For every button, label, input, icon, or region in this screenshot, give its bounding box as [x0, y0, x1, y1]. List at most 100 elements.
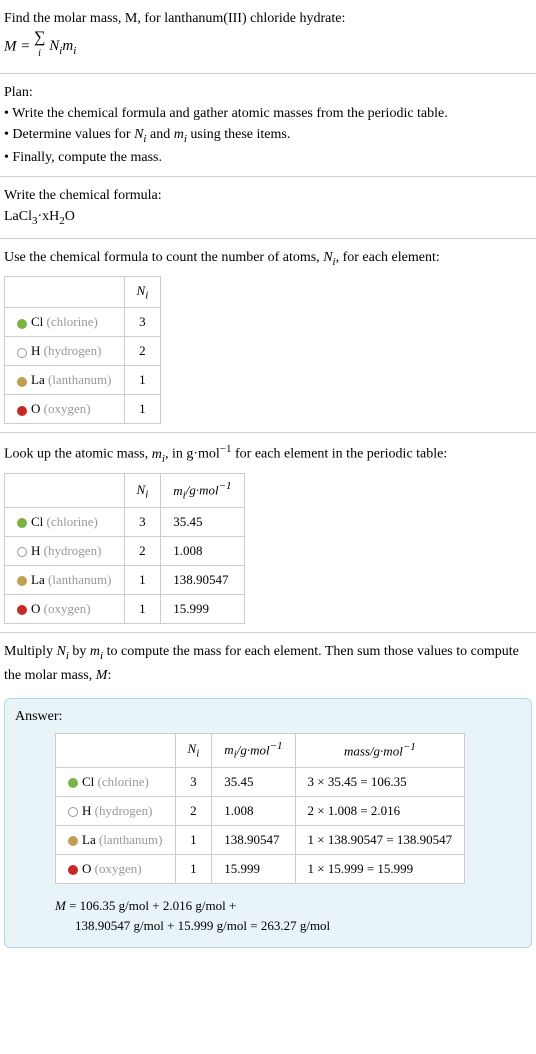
section-atomic-mass: Look up the atomic mass, mi, in g·mol−1 …: [0, 433, 536, 633]
table-header-row: Ni mi/g·mol−1: [5, 474, 245, 508]
element-dot-icon: [17, 518, 27, 528]
mass-value: 1 × 138.90547 = 138.90547: [295, 825, 465, 854]
mi-value: 35.45: [212, 767, 295, 796]
answer-box: Answer: Ni mi/g·mol−1 mass/g·mol−1 Cl (c…: [4, 698, 532, 949]
ni-value: 2: [124, 337, 161, 366]
header-element: [56, 733, 176, 767]
element-name: (chlorine): [98, 774, 149, 789]
element-symbol: Cl: [82, 774, 94, 789]
section-count-atoms: Use the chemical formula to count the nu…: [0, 239, 536, 434]
table-row: Cl (chlorine)335.453 × 35.45 = 106.35: [56, 767, 465, 796]
element-dot-icon: [17, 319, 27, 329]
element-name: (hydrogen): [44, 543, 102, 558]
element-name: (lanthanum): [99, 832, 163, 847]
element-cell: Cl (chlorine): [5, 308, 125, 337]
plan-bullet-3: • Finally, compute the mass.: [4, 147, 532, 168]
header-ni: Ni: [124, 276, 161, 308]
element-name: (lanthanum): [48, 572, 112, 587]
count-intro: Use the chemical formula to count the nu…: [4, 247, 532, 270]
formula-part1: M =: [4, 38, 34, 54]
ni-value: 1: [124, 566, 161, 595]
mass-value: 1 × 15.999 = 15.999: [295, 854, 465, 883]
element-symbol: Cl: [31, 514, 43, 529]
element-dot-icon: [17, 348, 27, 358]
mi-value: 138.90547: [212, 825, 295, 854]
element-symbol: La: [31, 572, 45, 587]
sum-symbol: ∑i: [34, 29, 45, 65]
mi-value: 1.008: [212, 796, 295, 825]
mi-value: 15.999: [161, 595, 244, 624]
mass-intro: Look up the atomic mass, mi, in g·mol−1 …: [4, 441, 532, 467]
element-symbol: H: [31, 343, 40, 358]
intro-text: Find the molar mass, M, for lanthanum(II…: [4, 8, 532, 29]
ni-value: 1: [124, 595, 161, 624]
table-row: Cl (chlorine)3: [5, 308, 161, 337]
mass-value: 2 × 1.008 = 2.016: [295, 796, 465, 825]
element-dot-icon: [17, 576, 27, 586]
table-row: H (hydrogen) 21.0082 × 1.008 = 2.016: [56, 796, 465, 825]
element-cell: O (oxygen): [5, 395, 125, 424]
chemical-formula: LaCl3·xH2O: [4, 206, 532, 229]
element-symbol: O: [82, 861, 91, 876]
element-symbol: H: [82, 803, 91, 818]
element-cell: La (lanthanum): [5, 366, 125, 395]
element-cell: Cl (chlorine): [56, 767, 176, 796]
header-mi: mi/g·mol−1: [161, 474, 244, 508]
multiply-intro: Multiply Ni by mi to compute the mass fo…: [4, 641, 532, 685]
table-row: La (lanthanum) 1138.90547: [5, 566, 245, 595]
ni-value: 2: [124, 537, 161, 566]
mass-value: 3 × 35.45 = 106.35: [295, 767, 465, 796]
answer-table: Ni mi/g·mol−1 mass/g·mol−1 Cl (chlorine)…: [55, 733, 465, 884]
element-cell: H (hydrogen): [5, 337, 125, 366]
element-dot-icon: [68, 865, 78, 875]
element-symbol: Cl: [31, 314, 43, 329]
ni-value: 1: [175, 854, 212, 883]
element-dot-icon: [17, 547, 27, 557]
table-row: Cl (chlorine)335.45: [5, 508, 245, 537]
element-symbol: O: [31, 601, 40, 616]
element-symbol: La: [31, 372, 45, 387]
element-name: (lanthanum): [48, 372, 112, 387]
header-ni: Ni: [124, 474, 161, 508]
answer-content: Ni mi/g·mol−1 mass/g·mol−1 Cl (chlorine)…: [15, 733, 521, 938]
element-name: (hydrogen): [44, 343, 102, 358]
formula-label: Write the chemical formula:: [4, 185, 532, 206]
table-row: La (lanthanum)1138.905471 × 138.90547 = …: [56, 825, 465, 854]
header-element: [5, 474, 125, 508]
element-name: (chlorine): [47, 514, 98, 529]
header-mi: mi/g·mol−1: [212, 733, 295, 767]
atomic-mass-table: Ni mi/g·mol−1 Cl (chlorine)335.45 H (hyd…: [4, 473, 245, 624]
element-name: (oxygen): [44, 401, 91, 416]
plan-title: Plan:: [4, 82, 532, 103]
element-cell: Cl (chlorine): [5, 508, 125, 537]
element-symbol: O: [31, 401, 40, 416]
mi-value: 35.45: [161, 508, 244, 537]
section-formula: Write the chemical formula: LaCl3·xH2O: [0, 177, 536, 238]
molar-mass-formula: M = ∑i Nimi: [4, 29, 532, 65]
element-dot-icon: [68, 807, 78, 817]
final-line-1: M = 106.35 g/mol + 2.016 g/mol +: [55, 896, 521, 917]
ni-value: 2: [175, 796, 212, 825]
mi-value: 15.999: [212, 854, 295, 883]
plan-bullet-2: • Determine values for Ni and mi using t…: [4, 124, 532, 147]
header-mass: mass/g·mol−1: [295, 733, 465, 767]
element-dot-icon: [17, 605, 27, 615]
element-dot-icon: [17, 377, 27, 387]
ni-value: 3: [175, 767, 212, 796]
element-symbol: La: [82, 832, 96, 847]
header-element: [5, 276, 125, 308]
section-plan: Plan: • Write the chemical formula and g…: [0, 74, 536, 177]
section-intro: Find the molar mass, M, for lanthanum(II…: [0, 0, 536, 74]
header-ni: Ni: [175, 733, 212, 767]
plan-bullet-1: • Write the chemical formula and gather …: [4, 103, 532, 124]
table-row: O (oxygen)115.9991 × 15.999 = 15.999: [56, 854, 465, 883]
table-row: O (oxygen)115.999: [5, 595, 245, 624]
mi-value: 1.008: [161, 537, 244, 566]
table-row: O (oxygen)1: [5, 395, 161, 424]
mi-value: 138.90547: [161, 566, 244, 595]
element-name: (hydrogen): [95, 803, 153, 818]
answer-title: Answer:: [15, 709, 521, 725]
element-symbol: H: [31, 543, 40, 558]
element-cell: La (lanthanum): [56, 825, 176, 854]
ni-value: 1: [124, 366, 161, 395]
